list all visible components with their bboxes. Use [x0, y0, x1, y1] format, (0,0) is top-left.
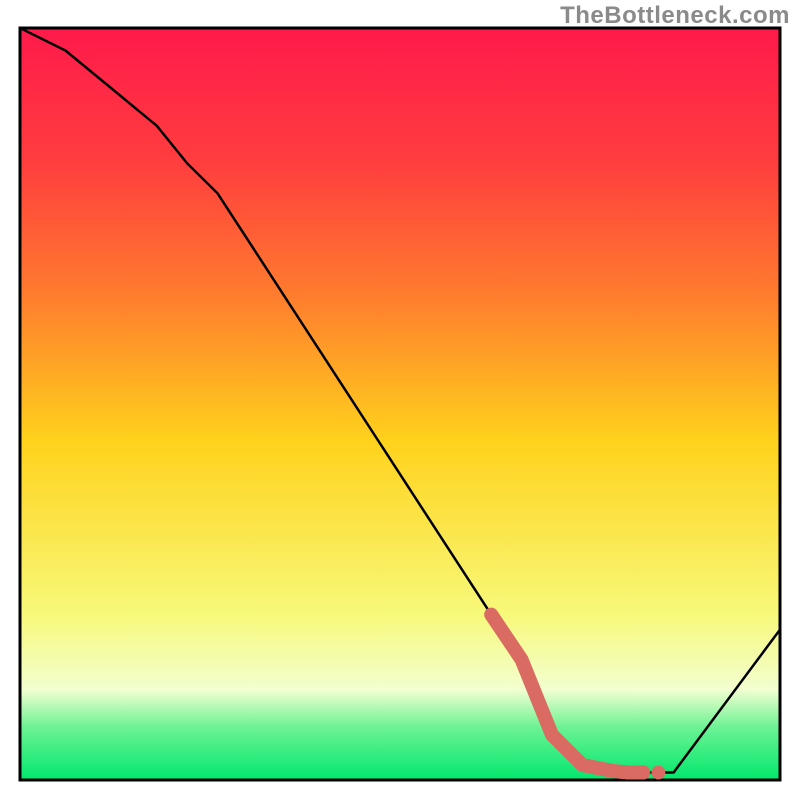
highlight-dot [636, 766, 650, 780]
highlight-dot [575, 758, 589, 772]
chart-container: TheBottleneck.com [0, 0, 800, 800]
highlight-dot [651, 766, 665, 780]
highlight-dot [621, 766, 635, 780]
highlight-dot [606, 764, 620, 778]
watermark-label: TheBottleneck.com [560, 2, 790, 30]
bottleneck-chart [0, 0, 800, 800]
plot-background [20, 28, 780, 780]
